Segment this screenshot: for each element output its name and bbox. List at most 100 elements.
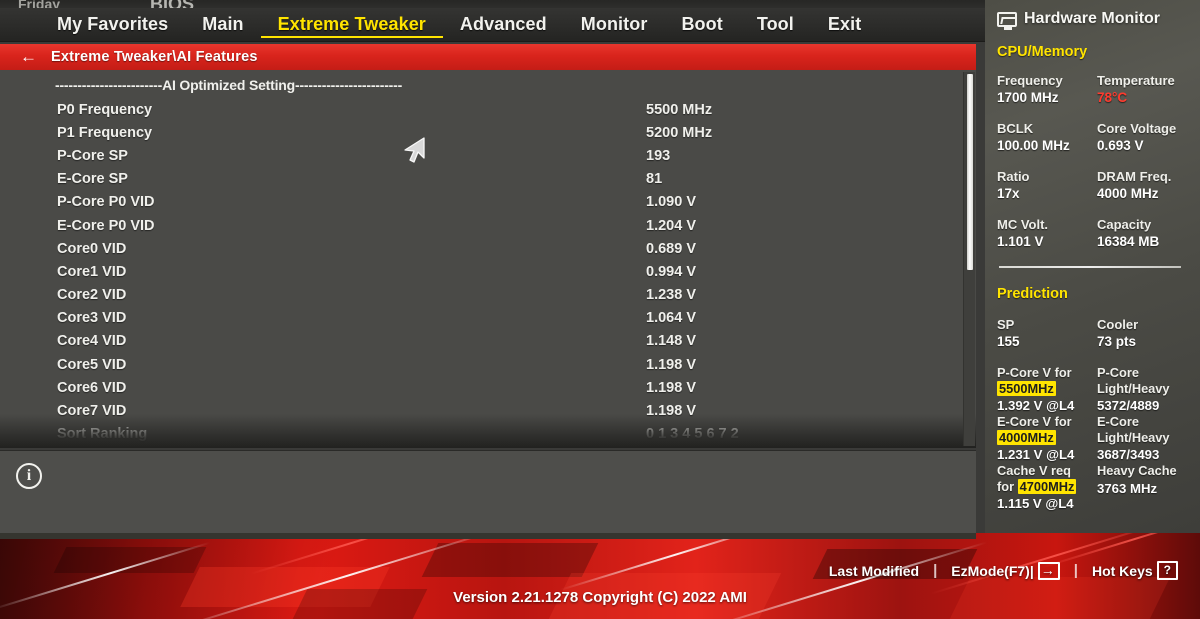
- cache-v-label-a: Cache V req: [997, 463, 1071, 478]
- settings-row-label: Core7 VID: [57, 403, 127, 420]
- settings-row-label: E-Core P0 VID: [57, 217, 155, 234]
- cache-v-value: 1.115 V @L4: [997, 495, 1074, 511]
- cpu-memory-readouts: Frequency 1700 MHz Temperature 78°C BCLK 100.…: [985, 72, 1200, 264]
- settings-row-value: 193: [646, 147, 671, 164]
- cache-v-freq: 4700MHz: [1017, 479, 1077, 495]
- settings-row[interactable]: P-Core P0 VID 1.090 V: [0, 191, 976, 214]
- settings-row[interactable]: E-Core P0 VID 1.204 V: [0, 214, 976, 237]
- settings-row-label: Core5 VID: [57, 356, 127, 373]
- monitor-icon: [997, 11, 1017, 30]
- settings-scrollbar-track[interactable]: [963, 72, 975, 446]
- breadcrumb-path: Extreme Tweaker\AI Features: [51, 49, 258, 65]
- hw-readout-value: 100.00 MHz: [997, 138, 1070, 153]
- cooler-key: Cooler: [1097, 317, 1139, 332]
- back-arrow-icon[interactable]: ←: [20, 48, 37, 65]
- footer-separator-1: |: [933, 562, 938, 579]
- hardware-monitor-title: Hardware Monitor: [1024, 10, 1161, 27]
- hotkeys-key-icon: ?: [1156, 561, 1178, 580]
- settings-row-value: 1.064 V: [646, 310, 696, 327]
- hw-readout-value: 78°C: [1097, 90, 1128, 105]
- sp-key: SP: [997, 317, 1015, 332]
- settings-row-label: P-Core P0 VID: [57, 194, 155, 211]
- hw-readout-pair: MC Volt. 1.101 V Capacity 16384 MB: [985, 216, 1200, 264]
- nav-item-tool[interactable]: Tool: [740, 12, 811, 37]
- hotkeys-label: Hot Keys: [1091, 562, 1153, 579]
- pcore-v-freq: 5500MHz: [997, 381, 1056, 397]
- settings-row-label: E-Core SP: [57, 171, 128, 188]
- heavy-cache-label: Heavy Cache: [1097, 463, 1177, 478]
- settings-row-label: P-Core SP: [57, 147, 128, 164]
- bios-screen: Friday BIOS My FavoritesMainExtreme Twea…: [0, 0, 1200, 619]
- settings-row[interactable]: Core7 VID 1.198 V: [0, 399, 976, 422]
- settings-row[interactable]: Core3 VID 1.064 V: [0, 307, 976, 330]
- ecore-lh-value: 3687/3493: [1097, 446, 1160, 462]
- last-modified-button[interactable]: Last Modified: [829, 563, 919, 579]
- settings-row-label: Core2 VID: [57, 287, 127, 304]
- nav-item-boot[interactable]: Boot: [664, 12, 739, 37]
- nav-item-my-favorites[interactable]: My Favorites: [40, 12, 185, 37]
- settings-row[interactable]: Core0 VID 0.689 V: [0, 237, 976, 260]
- ecore-v-value: 1.231 V @L4: [997, 446, 1075, 462]
- settings-row-label: P1 Frequency: [57, 124, 153, 141]
- heavy-cache-value: 3763 MHz: [1097, 481, 1158, 497]
- settings-row-value: 1.204 V: [646, 217, 696, 234]
- settings-row-label: Core4 VID: [57, 333, 127, 350]
- settings-row[interactable]: P0 Frequency 5500 MHz: [0, 98, 976, 121]
- hardware-monitor-header: Hardware Monitor: [985, 10, 1200, 30]
- footer-separator-2: |: [1073, 562, 1078, 579]
- hotkeys-button[interactable]: Hot Keys ?: [1092, 561, 1178, 580]
- hw-readout-key: MC Volt.: [997, 217, 1049, 232]
- top-fragment-date: Friday: [18, 0, 61, 8]
- settings-row[interactable]: Core2 VID 1.238 V: [0, 284, 976, 307]
- settings-row-value: 5200 MHz: [646, 124, 713, 141]
- cpu-memory-section-title: CPU/Memory: [997, 44, 1088, 60]
- settings-row-value: 0 1 3 4 5 6 7 2: [646, 426, 739, 443]
- ecore-lh-label-b: Light/Heavy: [1097, 430, 1170, 446]
- hw-readout-value: 1.101 V: [997, 234, 1044, 249]
- settings-row-label: Sort Ranking: [57, 426, 148, 443]
- hw-readout-pair: Ratio 17x DRAM Freq. 4000 MHz: [985, 168, 1200, 216]
- prediction-details: P-Core V for 5500MHz 1.392 V @L4 P-Core …: [985, 365, 1200, 513]
- cooler-value: 73 pts: [1097, 334, 1137, 349]
- hw-readout-key: BCLK: [997, 121, 1034, 136]
- ezmode-label: EzMode(F7)|: [951, 562, 1034, 579]
- settings-row[interactable]: P-Core SP 193: [0, 144, 976, 167]
- nav-item-extreme-tweaker[interactable]: Extreme Tweaker: [260, 12, 443, 38]
- settings-row-value: 1.198 V: [646, 379, 696, 396]
- ezmode-button[interactable]: EzMode(F7)|: [951, 561, 1060, 580]
- pcore-lh-label-b: Light/Heavy: [1097, 381, 1170, 397]
- nav-item-exit[interactable]: Exit: [811, 12, 878, 37]
- nav-item-monitor[interactable]: Monitor: [564, 12, 665, 37]
- settings-row[interactable]: Core5 VID 1.198 V: [0, 353, 976, 376]
- hw-readout-key: Frequency: [997, 73, 1063, 88]
- settings-row[interactable]: Core1 VID 0.994 V: [0, 260, 976, 283]
- pcore-lh-label-a: P-Core: [1097, 365, 1139, 380]
- nav-item-advanced[interactable]: Advanced: [443, 12, 564, 37]
- settings-row-value: 0.994 V: [646, 263, 696, 280]
- bios-version-text: Version 2.21.1278 Copyright (C) 2022 AMI: [453, 589, 747, 606]
- nav-item-main[interactable]: Main: [185, 12, 260, 37]
- hw-readout-key: DRAM Freq.: [1097, 169, 1172, 184]
- hw-divider: [999, 266, 1181, 268]
- settings-row-label: Core6 VID: [57, 379, 127, 396]
- hw-readout-value: 16384 MB: [1097, 234, 1160, 249]
- prediction-section-title: Prediction: [997, 286, 1068, 302]
- sp-value: 155: [997, 334, 1020, 349]
- settings-row-label: P0 Frequency: [57, 101, 153, 118]
- settings-row[interactable]: P1 Frequency 5200 MHz: [0, 121, 976, 144]
- footer-links: Last Modified | EzMode(F7)| | Hot Keys ?: [829, 561, 1178, 580]
- info-icon[interactable]: i: [16, 463, 42, 489]
- settings-row[interactable]: Sort Ranking 0 1 3 4 5 6 7 2: [0, 423, 976, 446]
- settings-row-label: Core0 VID: [57, 240, 127, 257]
- footer-shape: [421, 543, 599, 577]
- pcore-lh-value: 5372/4889: [1097, 397, 1160, 413]
- hw-readout-value: 4000 MHz: [1097, 186, 1159, 201]
- settings-row[interactable]: E-Core SP 81: [0, 168, 976, 191]
- settings-row-value: 1.090 V: [646, 194, 696, 211]
- pcore-v-value: 1.392 V @L4: [997, 397, 1075, 413]
- settings-row[interactable]: Core6 VID 1.198 V: [0, 376, 976, 399]
- settings-row[interactable]: Core4 VID 1.148 V: [0, 330, 976, 353]
- top-fragment-title: BIOS: [150, 0, 194, 8]
- breadcrumb: ← Extreme Tweaker\AI Features: [0, 44, 976, 70]
- settings-scrollbar-thumb[interactable]: [967, 74, 973, 270]
